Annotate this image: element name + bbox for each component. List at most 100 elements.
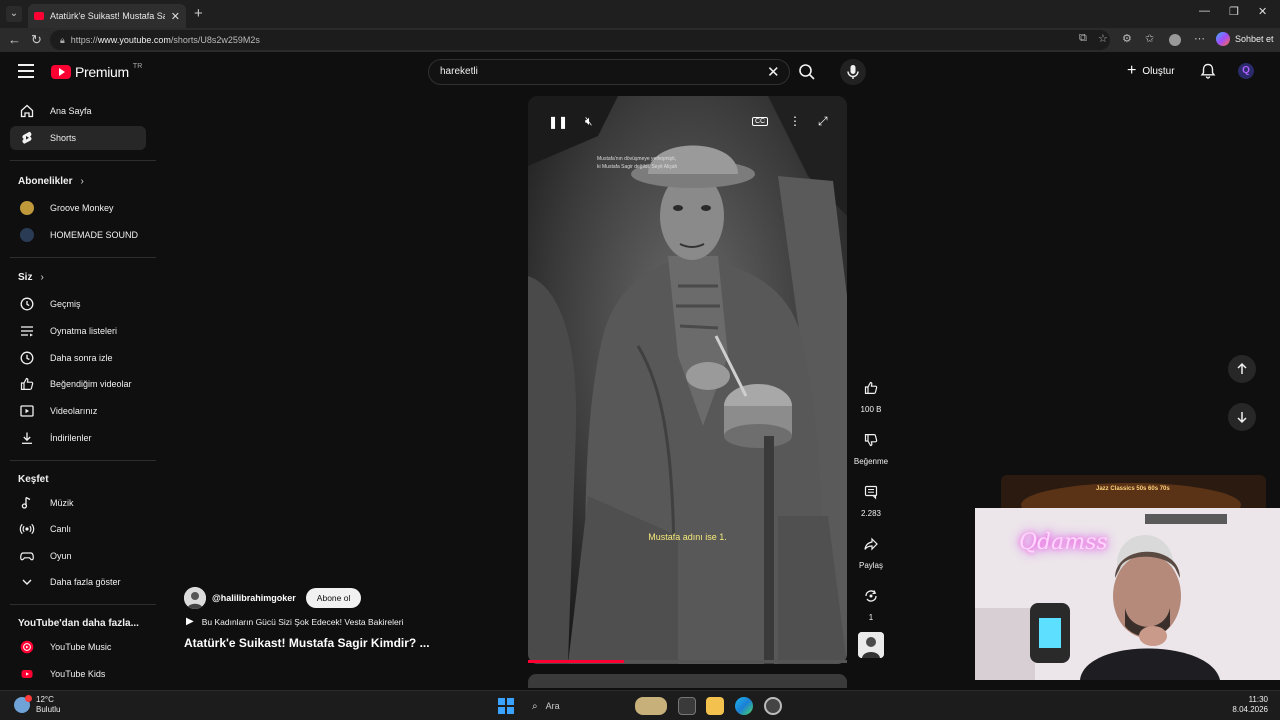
sidebar-item-home[interactable]: Ana Sayfa (10, 99, 146, 123)
sidebar-item-playlists[interactable]: Oynatma listeleri (10, 319, 146, 343)
minimize-icon[interactable]: — (1199, 5, 1210, 17)
sidebar-item-liked-videos[interactable]: Beğendiğim videolar (10, 372, 146, 396)
account-avatar[interactable]: Q (1238, 63, 1254, 79)
back-icon[interactable]: ← (8, 32, 21, 47)
system-clock[interactable]: 11:30 8.04.2026 (1228, 695, 1268, 715)
new-tab-icon[interactable]: + (194, 5, 203, 22)
channel-row: @halilibrahimgoker Abone ol (184, 587, 362, 609)
favorite-star-icon[interactable]: ☆ (1098, 32, 1108, 45)
close-window-icon[interactable]: ✕ (1258, 5, 1267, 18)
dislike-button[interactable] (856, 425, 886, 455)
like-icon (18, 376, 36, 392)
close-tab-icon[interactable]: ✕ (171, 10, 180, 23)
comment-count: 2.283 (860, 509, 882, 518)
your-videos-icon (18, 403, 36, 419)
arrow-up-icon (1237, 362, 1247, 374)
playlist-link[interactable]: ▶ Bu Kadınların Gücü Sizi Şok Edecek! Ve… (186, 616, 403, 627)
next-short-button[interactable] (1228, 403, 1256, 431)
browser-tab[interactable]: Atatürk'e Suikast! Mustafa Sagir K ✕ (28, 4, 186, 28)
share-button[interactable] (856, 529, 886, 559)
windows-start-icon[interactable] (498, 698, 514, 714)
search-input[interactable]: hareketli (440, 66, 478, 77)
sidebar-item-homemade-sound[interactable]: HOMEMADE SOUND (10, 223, 146, 247)
next-short-preview[interactable] (528, 674, 847, 688)
remix-action[interactable]: 1 (851, 581, 891, 622)
sidebar-item-live[interactable]: Canlı (10, 517, 146, 541)
home-icon (18, 103, 36, 119)
sidebar-item-youtube-music[interactable]: YouTube Music (10, 635, 146, 659)
like-action[interactable]: 100 B (851, 373, 891, 414)
captions-icon[interactable]: CC (752, 117, 769, 126)
channel-name[interactable]: @halilibrahimgoker (212, 593, 296, 603)
share-action[interactable]: Paylaş (851, 529, 891, 570)
sidebar-item-music[interactable]: Müzik (10, 491, 146, 515)
player-more-icon[interactable]: ⋮ (789, 114, 801, 128)
like-button[interactable] (856, 373, 886, 403)
create-button[interactable]: + Oluştur (1127, 63, 1175, 79)
tab-actions-menu-icon[interactable]: ⌄ (6, 6, 22, 22)
voice-search-button[interactable] (840, 59, 866, 85)
more-icon[interactable]: ⋯ (1194, 32, 1205, 45)
youtube-play-icon (51, 65, 71, 79)
subscriptions-heading[interactable]: Abonelikler › (18, 176, 84, 187)
sidebar-item-youtube-kids[interactable]: YouTube Kids (10, 662, 146, 686)
edge-browser-icon[interactable] (735, 697, 753, 715)
share-label: Paylaş (858, 561, 883, 570)
watch-later-icon (18, 350, 36, 366)
sidebar-item-gaming[interactable]: Oyun (10, 544, 146, 568)
pause-icon[interactable]: ❚❚ (548, 115, 568, 129)
app-install-icon[interactable]: ⧉ (1079, 32, 1087, 45)
sidebar-item-your-videos[interactable]: Videolarınız (10, 399, 146, 423)
video-overlay-line: ki Mustafa Sagir değildi. Seyit Alişah (597, 164, 678, 170)
comments-action[interactable]: 2.283 (851, 477, 891, 518)
notifications-button[interactable] (1199, 62, 1217, 85)
menu-icon[interactable] (18, 64, 34, 78)
sidebar-divider (10, 604, 156, 605)
sidebar-item-label: Oynatma listeleri (50, 326, 118, 336)
weather-widget[interactable]: 12°C Bulutlu (14, 695, 60, 715)
sidebar-item-label: HOMEMADE SOUND (50, 230, 139, 240)
search-box[interactable]: hareketli ✕ (428, 59, 790, 85)
sidebar-item-history[interactable]: Geçmiş (10, 292, 146, 316)
fullscreen-icon[interactable]: ⤢ (818, 114, 828, 129)
address-bar-row: ← ↻ 🔒︎ https://www.youtube.com/shorts/U8… (0, 28, 1280, 52)
favorites-icon[interactable]: ✩ (1145, 32, 1154, 45)
copilot-chat-button[interactable]: Sohbet et (1216, 32, 1274, 46)
mute-icon[interactable]: 🔇︎ (585, 114, 593, 129)
dislike-action[interactable]: Beğenme (851, 425, 891, 466)
file-explorer-icon[interactable] (706, 697, 724, 715)
logo-text: Premium (75, 64, 129, 80)
tab-title: Atatürk'e Suikast! Mustafa Sagir K (50, 11, 165, 21)
sidebar-item-groove-monkey[interactable]: Groove Monkey (10, 196, 146, 220)
channel-avatar[interactable] (184, 587, 206, 609)
sidebar-item-watch-later[interactable]: Daha sonra izle (10, 346, 146, 370)
sound-thumbnail[interactable] (858, 632, 884, 658)
short-title[interactable]: Atatürk'e Suikast! Mustafa Sagir Kimdir?… (184, 636, 430, 650)
more-from-youtube-heading: YouTube'dan daha fazla... (18, 618, 139, 629)
sidebar-item-show-more[interactable]: Daha fazla göster (10, 570, 146, 594)
sidebar-item-label: Oyun (50, 551, 72, 561)
widgets-icon[interactable] (635, 697, 667, 715)
search-button[interactable] (796, 61, 818, 83)
task-view-icon[interactable] (678, 697, 696, 715)
subscribe-button[interactable]: Abone ol (305, 588, 362, 608)
obs-icon[interactable] (764, 697, 782, 715)
extension-icon[interactable]: ⚙ (1122, 32, 1132, 45)
comments-button[interactable] (856, 477, 886, 507)
clear-search-icon[interactable]: ✕ (767, 63, 780, 81)
video-progress-bar[interactable] (528, 660, 847, 663)
sidebar-item-label: Canlı (50, 524, 72, 534)
shorts-video-player[interactable] (528, 96, 847, 664)
previous-short-button[interactable] (1228, 355, 1256, 383)
reload-icon[interactable]: ↻ (31, 32, 42, 48)
sidebar-item-shorts[interactable]: Shorts (10, 126, 146, 150)
restore-icon[interactable]: ❐ (1229, 5, 1239, 18)
you-heading[interactable]: Siz › (18, 272, 44, 283)
remix-button[interactable] (856, 581, 886, 611)
sidebar-item-downloads[interactable]: İndirilenler (10, 426, 146, 450)
sidebar-divider (10, 460, 156, 461)
profile-icon[interactable] (1169, 34, 1181, 46)
youtube-premium-logo[interactable]: Premium TR (51, 63, 142, 80)
subscriptions-heading-label: Abonelikler (18, 176, 73, 187)
address-input[interactable]: 🔒︎ https://www.youtube.com/shorts/U8s2w2… (50, 30, 1110, 50)
